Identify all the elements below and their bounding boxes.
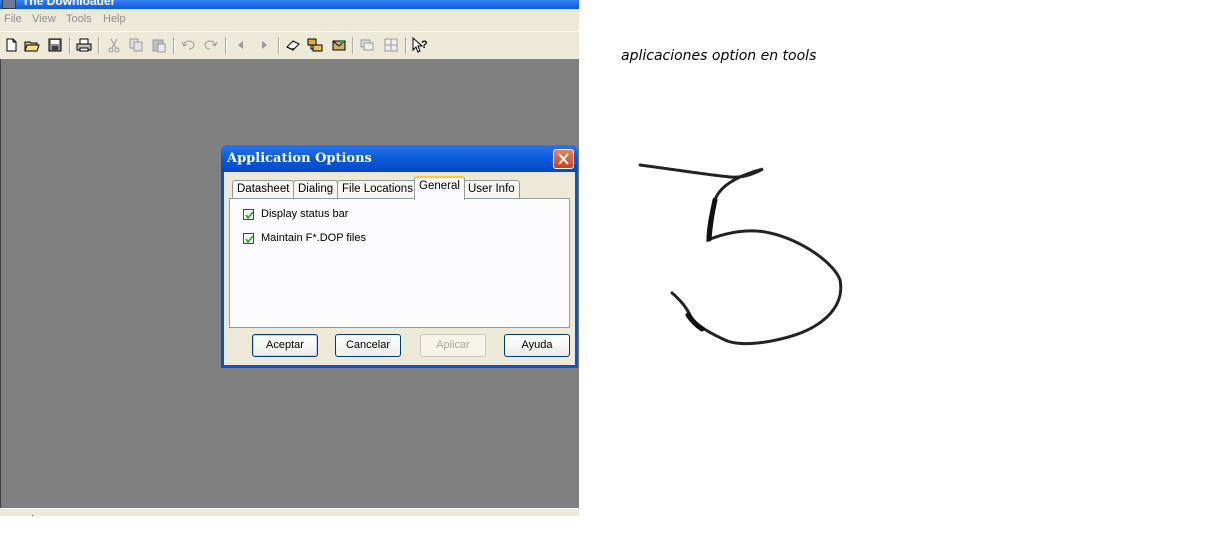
annotation-note: aplicaciones option en tools <box>621 48 817 64</box>
save-icon[interactable] <box>47 37 63 53</box>
svg-text:?: ? <box>421 39 428 51</box>
cascade-windows-icon[interactable] <box>359 37 375 53</box>
forward-icon[interactable] <box>256 37 272 53</box>
tile-windows-icon[interactable] <box>383 37 399 53</box>
checkmark-icon <box>245 211 254 220</box>
window-title: The Downloader <box>22 0 116 8</box>
menu-tools[interactable]: Tools <box>66 13 92 25</box>
undo-icon[interactable] <box>180 37 196 53</box>
dialog-title: Application Options <box>227 151 372 166</box>
print-icon[interactable] <box>76 37 92 53</box>
tab-panel-general: Display status bar Maintain F*.DOP files <box>229 198 570 328</box>
toolbar: ? <box>0 31 579 60</box>
ok-button[interactable]: Aceptar <box>252 334 318 357</box>
toolbar-separator <box>98 37 100 54</box>
application-options-dialog: Application Options Datasheet Dialing Fi… <box>221 145 578 368</box>
cancel-button[interactable]: Cancelar <box>335 334 401 357</box>
status-bar <box>0 508 579 516</box>
folder-tree-icon[interactable] <box>307 37 323 53</box>
context-help-icon[interactable]: ? <box>411 36 428 53</box>
dialog-body: Datasheet Dialing File Locations General… <box>224 172 575 365</box>
paste-icon[interactable] <box>151 37 167 53</box>
app-icon <box>2 0 16 9</box>
tab-user-info[interactable]: User Info <box>463 180 520 199</box>
handwritten-number-three <box>638 163 843 346</box>
status-grip <box>32 515 33 516</box>
envelope-icon[interactable] <box>331 37 347 53</box>
open-folder-icon[interactable] <box>24 37 40 53</box>
maintain-dop-files-checkbox[interactable] <box>243 233 254 244</box>
toolbar-separator <box>352 37 354 54</box>
display-status-bar-label: Display status bar <box>261 208 349 220</box>
new-file-icon[interactable] <box>3 37 19 53</box>
redo-icon[interactable] <box>203 37 219 53</box>
tab-file-locations[interactable]: File Locations <box>337 180 418 199</box>
toolbar-separator <box>278 37 280 54</box>
checkmark-icon <box>245 235 254 244</box>
toolbar-separator <box>69 37 71 54</box>
window-title-bar[interactable]: The Downloader <box>0 0 579 9</box>
close-icon <box>558 153 569 165</box>
menu-view[interactable]: View <box>32 13 56 25</box>
menu-help[interactable]: Help <box>103 13 126 25</box>
close-button[interactable] <box>553 149 574 169</box>
cut-icon[interactable] <box>106 37 122 53</box>
main-window: The Downloader File View Tools Help ? Ap… <box>0 0 579 516</box>
menu-file[interactable]: File <box>4 13 22 25</box>
toolbar-separator <box>405 37 407 54</box>
tab-datasheet[interactable]: Datasheet <box>232 180 295 199</box>
maintain-dop-files-label: Maintain F*.DOP files <box>261 232 366 244</box>
menu-bar: File View Tools Help <box>0 10 579 30</box>
copy-icon[interactable] <box>128 37 144 53</box>
toolbar-separator <box>173 37 175 54</box>
tab-dialing[interactable]: Dialing <box>293 180 339 199</box>
help-button[interactable]: Ayuda <box>504 334 570 357</box>
toolbar-separator <box>225 37 227 54</box>
back-icon[interactable] <box>233 37 249 53</box>
tab-general[interactable]: General <box>414 176 465 200</box>
display-status-bar-checkbox[interactable] <box>243 209 254 220</box>
apply-button[interactable]: Aplicar <box>420 334 486 357</box>
eraser-icon[interactable] <box>285 37 301 53</box>
dialog-title-bar[interactable]: Application Options <box>221 145 578 172</box>
